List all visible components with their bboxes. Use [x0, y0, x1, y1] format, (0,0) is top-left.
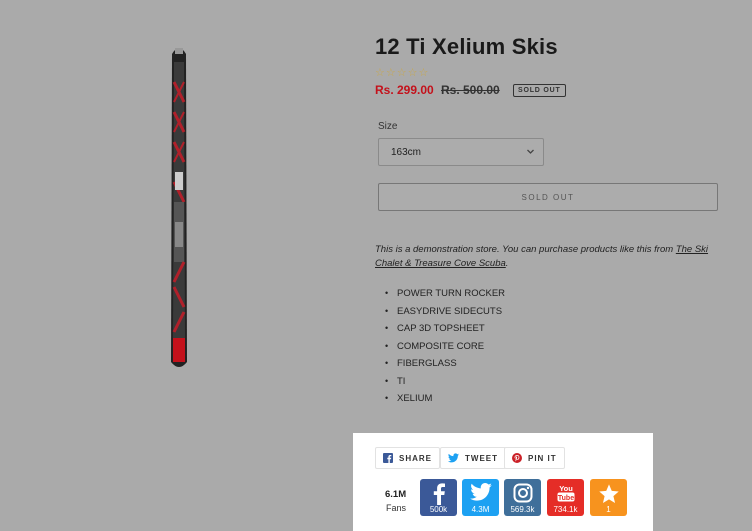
- facebook-count: 500k: [429, 505, 448, 514]
- size-label: Size: [378, 121, 398, 132]
- twitter-icon: [469, 483, 492, 501]
- description-suffix: .: [505, 258, 509, 269]
- product-description: This is a demonstration store. You can p…: [375, 243, 723, 271]
- pin-label: PIN IT: [528, 453, 557, 463]
- instagram-follow-button[interactable]: 569.3k: [504, 479, 541, 516]
- facebook-icon: [383, 453, 393, 463]
- rating-stars[interactable]: ☆☆☆☆☆: [375, 66, 429, 79]
- facebook-icon: [433, 483, 445, 505]
- description-text: This is a demonstration store. You can p…: [375, 244, 676, 255]
- size-select-value: 163cm: [391, 146, 422, 158]
- favorite-count: 1: [606, 505, 611, 514]
- pin-it-button[interactable]: PIN IT: [504, 447, 565, 469]
- star-icon: [598, 484, 619, 503]
- youtube-follow-button[interactable]: You Tube 734.1k: [547, 479, 584, 516]
- list-item: • CAP 3D TOPSHEET: [385, 323, 485, 334]
- fans-count: 6.1M: [385, 489, 407, 500]
- instagram-icon: [513, 483, 532, 503]
- list-item: • COMPOSITE CORE: [385, 340, 485, 352]
- pinterest-icon: [512, 453, 522, 463]
- tweet-button[interactable]: TWEET: [440, 447, 506, 469]
- twitter-icon: [448, 453, 459, 463]
- facebook-follow-button[interactable]: 500k: [420, 479, 457, 516]
- sold-out-button[interactable]: SOLD OUT: [378, 183, 718, 211]
- list-item: • EASYDRIVE SIDECUTS: [385, 305, 503, 317]
- product-image: [171, 48, 187, 367]
- list-item: • XELIUM: [385, 393, 433, 404]
- share-panel: SHARE TWEET PIN IT 6.1M Fans 500k 4.3M 5…: [353, 433, 653, 531]
- share-facebook-button[interactable]: SHARE: [375, 447, 441, 469]
- youtube-count: 734.1k: [553, 505, 578, 514]
- favorite-button[interactable]: 1: [590, 479, 627, 516]
- twitter-follow-button[interactable]: 4.3M: [462, 479, 499, 516]
- size-select[interactable]: 163cm: [378, 138, 544, 166]
- list-item: • TI: [385, 375, 406, 387]
- list-item: • FIBERGLASS: [385, 358, 457, 369]
- twitter-count: 4.3M: [471, 505, 490, 514]
- fans-label: Fans: [386, 503, 407, 513]
- sold-out-badge: SOLD OUT: [513, 84, 566, 97]
- instagram-count: 569.3k: [510, 505, 535, 514]
- sale-price: Rs. 299.00: [375, 83, 434, 97]
- list-item: • POWER TURN ROCKER: [385, 288, 506, 299]
- share-label: SHARE: [399, 453, 433, 463]
- product-title: 12 Ti Xelium Skis: [375, 34, 558, 59]
- feature-list: • POWER TURN ROCKER • EASYDRIVE SIDECUTS •…: [385, 285, 505, 408]
- chevron-down-icon: [526, 145, 535, 162]
- compare-price: Rs. 500.00: [441, 83, 500, 97]
- tweet-label: TWEET: [465, 453, 498, 463]
- youtube-icon: You Tube: [557, 484, 574, 502]
- svg-text:You: You: [559, 484, 573, 493]
- svg-text:Tube: Tube: [557, 495, 573, 502]
